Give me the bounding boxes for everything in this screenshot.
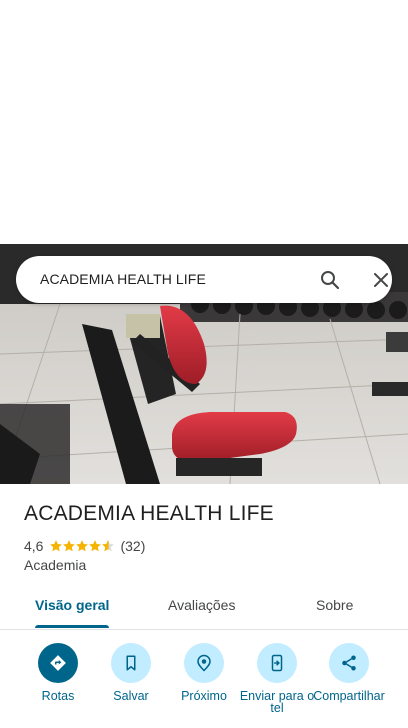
star-icon (89, 540, 102, 552)
star-half-icon (102, 540, 115, 552)
save-label: Salvar (113, 689, 149, 703)
directions-icon (50, 655, 66, 671)
search-bar[interactable]: ACADEMIA HEALTH LIFE (16, 256, 392, 303)
tab-about[interactable]: Sobre (316, 597, 353, 613)
send-to-phone-button-circle[interactable] (257, 643, 297, 683)
nearby-button[interactable]: Próximo (166, 643, 242, 702)
place-category: Academia (24, 557, 87, 573)
directions-button[interactable]: Rotas (20, 643, 96, 702)
review-count[interactable]: (32) (120, 538, 145, 554)
star-icon (50, 540, 63, 552)
search-icon[interactable] (318, 268, 342, 292)
map-area-blank (0, 0, 408, 244)
active-tab-indicator (35, 625, 109, 628)
save-button-circle[interactable] (111, 643, 151, 683)
save-button[interactable]: Salvar (93, 643, 169, 702)
directions-button-circle[interactable] (38, 643, 78, 683)
nearby-button-circle[interactable] (184, 643, 224, 683)
share-label: Compartilhar (313, 689, 385, 703)
tab-reviews[interactable]: Avaliações (168, 597, 235, 613)
star-icon (63, 540, 76, 552)
search-input[interactable]: ACADEMIA HEALTH LIFE (40, 271, 206, 287)
send-to-phone-icon (271, 654, 283, 672)
rating-row[interactable]: 4,6 (32) (24, 537, 145, 555)
bookmark-icon (126, 655, 136, 671)
nearby-label: Próximo (181, 689, 227, 703)
nearby-icon (197, 654, 211, 672)
star-icon (76, 540, 89, 552)
place-tabs: Visão geral Avaliações Sobre (0, 585, 408, 630)
rating-stars (49, 539, 115, 553)
close-icon[interactable] (369, 268, 393, 292)
share-icon (342, 655, 356, 671)
share-button[interactable]: Compartilhar (311, 643, 387, 702)
tab-overview[interactable]: Visão geral (35, 597, 109, 613)
rating-value: 4,6 (24, 538, 44, 554)
share-button-circle[interactable] (329, 643, 369, 683)
directions-label: Rotas (41, 689, 75, 703)
action-buttons: Rotas Salvar Próximo Enviar para o tel C… (0, 643, 408, 728)
send-to-phone-label: Enviar para o tel (239, 689, 315, 715)
send-to-phone-button[interactable]: Enviar para o tel (239, 643, 315, 714)
place-title: ACADEMIA HEALTH LIFE (24, 502, 274, 525)
